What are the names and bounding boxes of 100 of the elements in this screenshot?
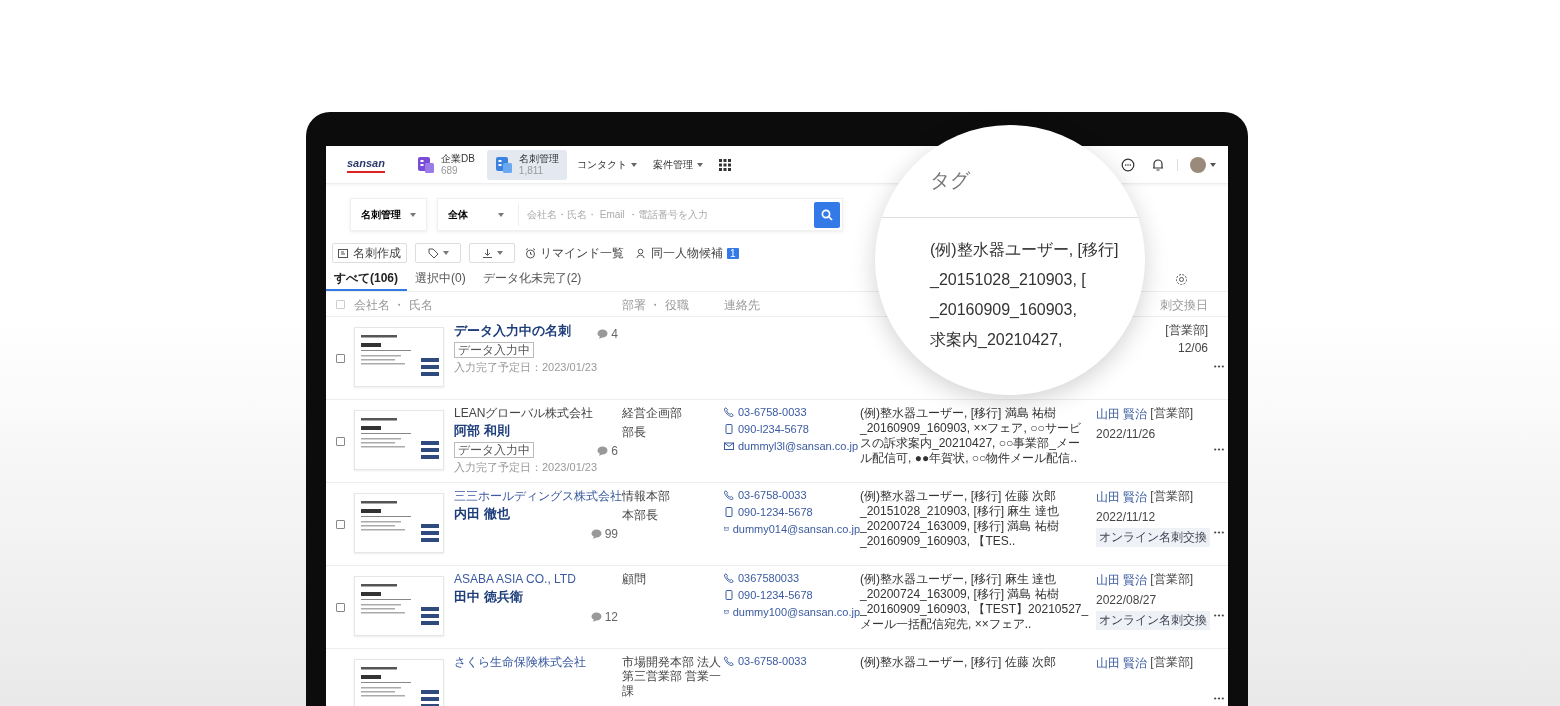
row-checkbox[interactable] [335,520,345,529]
column-header: 部署 ・ 役職 [622,297,689,312]
department-text: 顧問 [622,572,647,587]
exchange-date: 2022/11/26 [1096,427,1157,442]
app-switch-item[interactable]: 名刺管理 1,811 [486,149,567,180]
caret-icon [496,251,503,255]
exchange-date: 12/06 [1177,341,1208,356]
app-icon [494,155,513,174]
phone-icon [724,407,734,417]
row-checkbox[interactable] [335,437,345,446]
more-options-icon[interactable] [1214,448,1224,451]
caret-icon [696,162,703,167]
remind-list-link[interactable]: リマインド一覧 [523,244,626,262]
more-options-icon[interactable] [1214,697,1224,700]
mobile-phone-icon [724,507,734,517]
tags-text: (例)整水器ユーザー, [移行] 満島 祐樹 _20160909_160903, ××フェア, ○○サービスの訴求案内_20210427, ○○事業部_メール配信可, ●●年賀状, ○○物件メール配信.. [860,405,1082,466]
phone-icon [724,656,734,666]
tags-text: (例)整水器ユーザー, [移行] 佐藤 次郎 _20151028_210903, [移行] 麻生 達也 _20200724_163009, [移行] 満島 祐樹 _20160909_160903, 【TES.. [860,488,1060,549]
app-icon [416,155,435,174]
tags-text: (例)整水器ユーザー, [移行] 佐藤 次郎 [860,654,1057,670]
phone-number-link[interactable]: 03-6758-0033 [738,655,807,667]
count-badge: 1 [727,247,739,259]
notification-bell-icon[interactable] [1151,157,1165,172]
mobile-number-link[interactable]: 090-1234-5678 [738,589,813,601]
nav-menu-dropdown[interactable]: コンタクト [570,157,643,172]
person-name-link[interactable]: 田中 徳兵衛 [454,589,523,605]
alarm-clock-icon [525,247,536,259]
more-options-icon[interactable] [1214,365,1224,368]
scope-dropdown[interactable]: 名刺管理 [350,198,427,231]
company-name[interactable]: さくら生命保険株式会社 [454,655,586,670]
owner-name-link[interactable]: 山田 賢治 [1096,406,1148,423]
job-title-text: 本部長 [622,508,659,523]
column-header: 連絡先 [724,297,760,312]
row-checkbox[interactable] [335,354,345,363]
tag-text-line: _20160909_160903, [930,300,1078,320]
comment-icon [590,529,602,540]
owner-department: [営業部] [1150,655,1193,671]
caret-icon [410,212,416,217]
tag-column-header: タグ [930,168,970,193]
mobile-phone-icon [724,590,734,600]
exchange-method-tag: オンライン名刺交換 [1096,611,1210,631]
status-tag: データ入力中 [454,442,534,459]
tag-text-line: 求案内_20210427, [930,330,1064,350]
caret-icon[interactable] [1210,162,1216,167]
email-link[interactable]: dummyl3l@sansan.co.jp [738,440,858,452]
company-name: LEANグローバル株式会社 [454,406,594,421]
owner-name-link[interactable]: 山田 賢治 [1096,489,1148,506]
department-text: 経営企画部 [622,406,683,421]
person-name-link[interactable]: 阿部 和則 [454,423,510,439]
settings-icon[interactable] [1175,272,1188,286]
person-icon [636,247,647,259]
create-card-button[interactable]: 名刺作成 [332,243,407,263]
email-link[interactable]: dummy014@sansan.co.jp [732,523,860,535]
filter-tab[interactable]: データ化未完了(2) [474,267,591,291]
more-options-icon[interactable] [1214,531,1224,534]
download-dropdown-button[interactable] [469,243,515,263]
phone-icon [724,490,734,500]
app-grid-icon[interactable] [718,158,731,171]
more-options-icon[interactable] [1214,614,1224,617]
mobile-number-link[interactable]: 090-1234-5678 [738,506,813,518]
row-checkbox[interactable] [335,603,345,612]
comment-count: 99 [604,527,618,542]
caret-icon [442,251,449,255]
due-date-text: 入力完了予定日：2023/01/23 [454,361,598,375]
select-all-checkbox[interactable] [335,299,345,309]
tag-dropdown-button[interactable] [415,243,461,263]
tag-icon [427,247,439,259]
nav-menu-dropdown[interactable]: 案件管理 [646,157,709,172]
phone-icon [724,573,734,583]
company-name[interactable]: 三三ホールディングス株式会社 [454,489,622,504]
filter-tab[interactable]: 選択中(0) [407,267,475,291]
chat-icon[interactable] [1121,157,1135,172]
owner-department: [営業部] [1150,489,1193,505]
email-link[interactable]: dummy100@sansan.co.jp [732,606,860,618]
duplicate-candidates-link[interactable]: 同一人物候補 [634,244,725,262]
search-field[interactable]: 全体 会社名・氏名・ Email ・電話番号を入力 [437,198,843,231]
job-title-text: 部長 [622,425,647,440]
exchange-method-tag: オンライン名刺交換 [1096,528,1210,548]
logo[interactable]: sansan [347,156,385,173]
phone-number-link[interactable]: 03-6758-0033 [738,406,807,418]
person-name-link[interactable]: 内田 徹也 [454,506,510,522]
owner-name-link[interactable]: 山田 賢治 [1096,655,1148,672]
phone-number-link[interactable]: 0367580033 [738,572,800,584]
user-avatar[interactable] [1190,156,1206,173]
mail-icon [724,524,729,534]
tag-text-line: _20151028_210903, [ [930,270,1087,290]
phone-number-link[interactable]: 03-6758-0033 [738,489,807,501]
comment-count: 12 [604,610,618,625]
owner-department: [営業部] [1165,323,1208,338]
app-switch-item[interactable]: 企業DB 689 [408,149,483,180]
status-tag: データ入力中 [454,341,534,358]
column-header: 刺交換日 [1160,297,1208,312]
filter-dropdown[interactable]: 全体 [442,207,512,222]
owner-name-link[interactable]: 山田 賢治 [1096,572,1148,589]
person-name-link[interactable]: データ入力中の名刺 [454,323,571,339]
company-name[interactable]: ASABA ASIA CO., LTD [454,572,576,587]
search-button[interactable] [814,201,840,228]
filter-tab[interactable]: すべて(106) [326,267,407,291]
mobile-number-link[interactable]: 090-l234-5678 [738,423,809,435]
tag-text-line: (例)整水器ユーザー, [移行] [930,240,1119,260]
